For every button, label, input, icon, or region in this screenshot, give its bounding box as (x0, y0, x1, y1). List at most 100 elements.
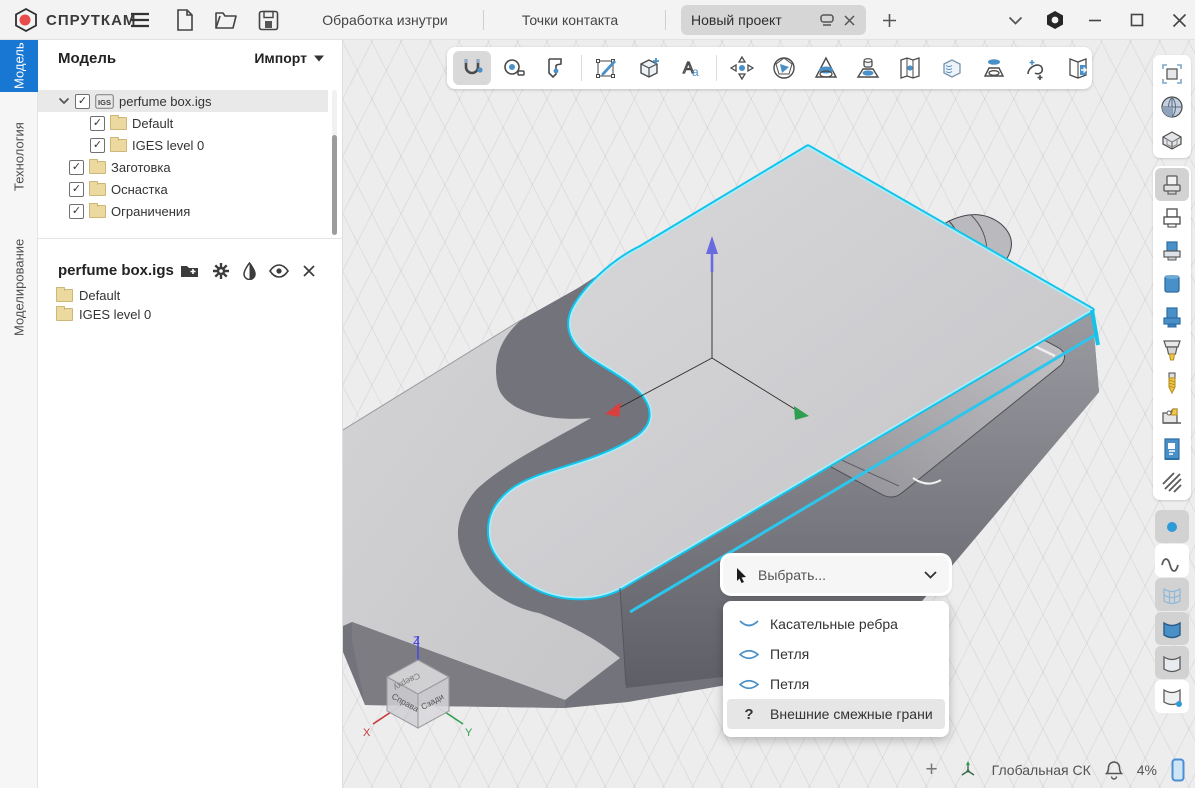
add-to-folder-icon[interactable] (180, 263, 199, 279)
view-sphere-button[interactable] (1155, 90, 1189, 123)
new-file-button[interactable] (168, 0, 202, 40)
filter-surface-wire-button[interactable] (1155, 578, 1189, 611)
snap-magnet-button[interactable] (453, 51, 491, 85)
memory-gauge-icon[interactable] (1171, 758, 1185, 782)
close-tab-icon[interactable] (843, 14, 856, 27)
tool-drill-button[interactable] (1155, 366, 1189, 399)
new-tab-button[interactable] (876, 0, 902, 40)
add-cs-button[interactable]: + (925, 758, 937, 782)
right-toolbar (1153, 55, 1191, 715)
visibility-eye-icon[interactable] (269, 264, 289, 278)
filter-surface-solid-button[interactable] (1155, 612, 1189, 645)
notifications-bell-icon[interactable] (1105, 760, 1123, 780)
coordinate-system-label[interactable]: Глобальная СК (992, 762, 1091, 778)
machine-head-button[interactable] (1155, 399, 1189, 432)
checkbox[interactable]: ✓ (75, 94, 90, 109)
checkbox[interactable]: ✓ (69, 182, 84, 197)
main-menu-button[interactable] (124, 0, 156, 40)
viewport-3d[interactable]: Aa (343, 40, 1195, 788)
tab-tochki-kontakta[interactable]: Точки контакта (495, 0, 645, 40)
tree-row-perfume-box[interactable]: ✓ IGS perfume box.igs (38, 90, 328, 112)
scrollbar-thumb[interactable] (332, 135, 337, 235)
minimize-button[interactable] (1080, 0, 1110, 40)
silhouette-project-button[interactable] (975, 51, 1013, 85)
checkbox[interactable]: ✓ (90, 116, 105, 131)
tree-row-default[interactable]: ✓ Default (38, 112, 328, 134)
screen-icon[interactable] (819, 13, 835, 27)
view-solid-box-button[interactable] (1155, 123, 1189, 156)
tab-separator (665, 10, 666, 30)
title-bar: СПРУТКАМ Обработка изнутри Точки контакт… (0, 0, 1195, 40)
tool-holder-button[interactable] (1155, 333, 1189, 366)
machine-cnc-button[interactable] (1155, 432, 1189, 465)
toolpath-hatch-button[interactable] (1155, 465, 1189, 498)
measure-caliper-button[interactable] (537, 51, 575, 85)
tree-row-ogranicheniya[interactable]: ✓ Ограничения (38, 200, 328, 222)
tree-row-zagotovka[interactable]: ✓ Заготовка (38, 156, 328, 178)
material-droplet-icon[interactable] (243, 262, 256, 280)
folder-icon (89, 183, 106, 196)
solid-create-button[interactable] (630, 51, 668, 85)
selection-dropdown-button[interactable]: Выбрать... (723, 556, 949, 593)
stamp-extrude-button[interactable] (849, 51, 887, 85)
transform-rotate-button[interactable] (765, 51, 803, 85)
checkbox[interactable]: ✓ (69, 204, 84, 219)
filter-point-button[interactable] (1155, 510, 1189, 543)
side-tab-model[interactable]: Модель (0, 40, 38, 92)
transform-move-button[interactable] (723, 51, 761, 85)
orientation-cube[interactable]: Сверху Справа Сзади Z X Y (361, 632, 486, 757)
model-panel-header: Модель Импорт (38, 40, 342, 80)
properties-item-iges[interactable]: IGES level 0 (56, 307, 151, 322)
sketch-edit-button[interactable] (588, 51, 626, 85)
workpiece-part-button[interactable] (1155, 300, 1189, 333)
filter-curve-button[interactable] (1155, 544, 1189, 577)
option-loop-2[interactable]: Петля (727, 669, 945, 699)
checkbox[interactable]: ✓ (69, 160, 84, 175)
save-button[interactable] (250, 0, 286, 40)
tab-obrabotka-iznutri[interactable]: Обработка изнутри (300, 0, 470, 40)
zoom-level[interactable]: 4% (1137, 762, 1157, 778)
mesh-create-button[interactable] (933, 51, 971, 85)
import-button[interactable]: Импорт (254, 50, 324, 66)
folder-icon (110, 117, 127, 130)
measure-tape-button[interactable] (495, 51, 533, 85)
toolbar-separator (716, 55, 717, 81)
settings-gear-icon[interactable] (212, 262, 230, 280)
tabs-dropdown-button[interactable] (1000, 0, 1030, 40)
frame-select-button[interactable] (1155, 57, 1189, 90)
tree-row-osnastka[interactable]: ✓ Оснастка (38, 178, 328, 200)
settings-button[interactable] (1040, 0, 1070, 40)
coordinate-system-icon[interactable] (958, 760, 978, 780)
project-cone-button[interactable] (807, 51, 845, 85)
option-outer-adjacent-faces[interactable]: ? Внешние смежные грани (727, 699, 945, 729)
option-tangent-edges[interactable]: Касательные ребра (727, 609, 945, 639)
side-tab-technology[interactable]: Технология (0, 102, 38, 212)
tree-scrollbar[interactable] (332, 90, 337, 235)
tree-row-iges-level[interactable]: ✓ IGES level 0 (38, 134, 328, 156)
chevron-down-icon (924, 571, 937, 579)
curve-create-button[interactable] (1017, 51, 1055, 85)
filter-surface-sheet-button[interactable] (1155, 646, 1189, 679)
close-properties-icon[interactable] (302, 264, 316, 278)
svg-text:a: a (692, 65, 699, 79)
close-window-button[interactable] (1163, 0, 1195, 40)
chevron-expand-icon[interactable] (58, 97, 70, 105)
folder-icon (89, 161, 106, 174)
unfold-map-button[interactable] (891, 51, 929, 85)
side-tab-modeling[interactable]: Моделирование (0, 212, 38, 362)
workpiece-outline-button[interactable] (1155, 201, 1189, 234)
maximize-button[interactable] (1122, 0, 1152, 40)
new-file-icon (175, 9, 195, 31)
workpiece-button[interactable] (1155, 168, 1189, 201)
workpiece-fixture-button[interactable] (1155, 234, 1189, 267)
filter-face-vertex-button[interactable] (1155, 680, 1189, 713)
folder-icon (56, 289, 73, 302)
properties-item-default[interactable]: Default (56, 288, 120, 303)
option-loop-1[interactable]: Петля (727, 639, 945, 669)
workpiece-cylinder-button[interactable] (1155, 267, 1189, 300)
export-model-button[interactable] (1059, 51, 1097, 85)
text-annotation-button[interactable]: Aa (672, 51, 710, 85)
checkbox[interactable]: ✓ (90, 138, 105, 153)
tab-novyi-proekt[interactable]: Новый проект (681, 5, 866, 35)
open-file-button[interactable] (208, 0, 244, 40)
